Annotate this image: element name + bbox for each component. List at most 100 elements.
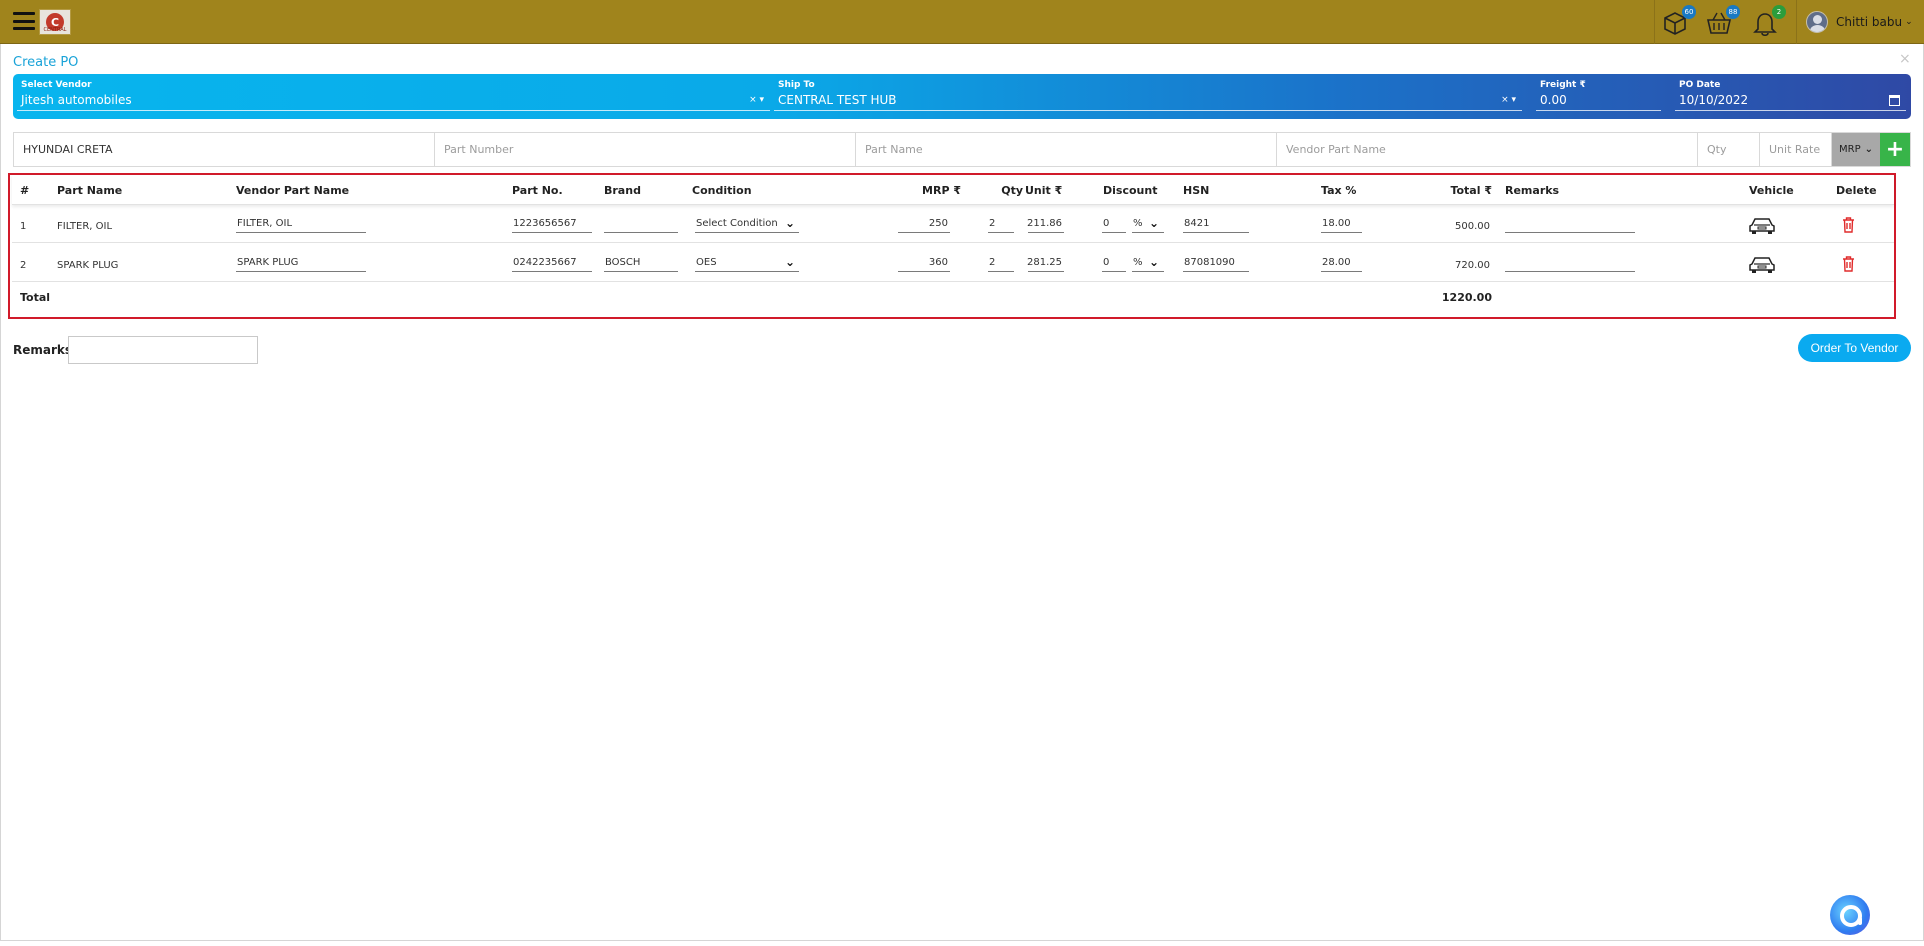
qty-input[interactable]	[1707, 133, 1759, 166]
table-row: 2 SPARK PLUG SPARK PLUG 0242235667 BOSCH…	[12, 244, 1894, 282]
col-total: Total ₹	[1450, 184, 1492, 197]
close-icon[interactable]: ×	[1899, 51, 1911, 67]
tax-input[interactable]: 28.00	[1321, 254, 1362, 272]
hamburger-menu-icon[interactable]	[13, 12, 35, 30]
vendor-part-name-input[interactable]: SPARK PLUG	[236, 254, 366, 272]
row-total: 500.00	[1455, 221, 1490, 232]
app-frame: C CENTRAL 60 88 2 Chitti babu ⌄ Create P…	[0, 0, 1924, 946]
delete-trash-icon[interactable]	[1842, 217, 1855, 233]
discount-type-value: %	[1133, 257, 1143, 268]
col-delete: Delete	[1836, 184, 1877, 197]
po-date-label: PO Date	[1679, 80, 1721, 90]
freight-label: Freight ₹	[1540, 80, 1586, 90]
condition-select[interactable]: Select Condition ⌄	[695, 215, 799, 233]
col-hsn: HSN	[1183, 184, 1210, 197]
vendor-part-name-input[interactable]	[1286, 133, 1697, 166]
part-number-field[interactable]	[435, 133, 856, 166]
notification-badge: 2	[1772, 5, 1786, 19]
remarks-input[interactable]	[1505, 215, 1635, 233]
delete-trash-icon[interactable]	[1842, 256, 1855, 272]
unit-rate-field[interactable]	[1760, 133, 1832, 166]
part-no-input[interactable]: 0242235667	[512, 254, 592, 272]
col-qty: Qty	[1001, 184, 1023, 197]
calendar-icon[interactable]	[1889, 95, 1900, 106]
col-tax: Tax %	[1321, 184, 1357, 197]
discount-type-select[interactable]: % ⌄	[1132, 215, 1164, 233]
total-label: Total	[20, 291, 51, 304]
vendor-part-name-field[interactable]	[1277, 133, 1698, 166]
qty-input[interactable]: 2	[988, 254, 1014, 272]
company-logo[interactable]: C CENTRAL	[39, 9, 71, 35]
ship-to-label: Ship To	[778, 80, 815, 90]
vehicle-car-icon[interactable]	[1748, 215, 1776, 235]
vendor-label: Select Vendor	[21, 80, 92, 90]
discount-type-select[interactable]: % ⌄	[1132, 254, 1164, 272]
notification-bell-icon[interactable]: 2	[1750, 5, 1786, 38]
unit-input[interactable]: 281.25	[1027, 254, 1064, 272]
ship-to-select[interactable]: Ship To CENTRAL TEST HUB × ▾	[774, 78, 1522, 114]
vendor-select[interactable]: Select Vendor Jitesh automobiles × ▾	[17, 78, 770, 114]
col-remarks: Remarks	[1505, 184, 1560, 197]
vendor-part-name-input[interactable]: FILTER, OIL	[236, 215, 366, 233]
hsn-input[interactable]: 87081090	[1183, 254, 1249, 272]
underline	[1675, 110, 1906, 111]
table-header: # Part Name Vendor Part Name Part No. Br…	[12, 175, 1894, 205]
unit-rate-input[interactable]	[1769, 133, 1831, 166]
condition-value: OES	[696, 257, 717, 268]
chat-assistant-icon[interactable]	[1830, 895, 1870, 935]
parts-table: # Part Name Vendor Part Name Part No. Br…	[8, 173, 1896, 319]
remarks-input[interactable]	[1505, 254, 1635, 272]
cart-basket-icon[interactable]: 88	[1704, 5, 1740, 38]
ship-to-value: CENTRAL TEST HUB	[778, 93, 897, 107]
add-part-button[interactable]: +	[1880, 133, 1910, 166]
mrp-input[interactable]: 360	[898, 254, 950, 272]
chevron-down-icon: ⌄	[1905, 17, 1913, 27]
rate-type-select[interactable]: MRP ⌄	[1832, 133, 1880, 166]
freight-input[interactable]: Freight ₹ 0.00	[1536, 78, 1661, 114]
qty-field[interactable]	[1698, 133, 1760, 166]
avatar	[1806, 11, 1828, 33]
divider	[0, 44, 1, 941]
part-name-input[interactable]	[865, 133, 1276, 166]
brand-input[interactable]	[604, 215, 678, 233]
user-menu[interactable]: Chitti babu ⌄	[1806, 10, 1913, 34]
vehicle-field[interactable]: HYUNDAI CRETA	[14, 133, 435, 166]
discount-input[interactable]: 0	[1102, 254, 1126, 272]
chevron-down-icon: ⌄	[1149, 255, 1160, 269]
chevron-down-icon: ⌄	[1864, 144, 1873, 155]
ship-to-clear-icon[interactable]: × ▾	[1501, 95, 1516, 105]
order-to-vendor-button[interactable]: Order To Vendor	[1798, 334, 1911, 362]
condition-value: Select Condition	[696, 218, 778, 229]
po-date-input[interactable]: PO Date 10/10/2022	[1675, 78, 1906, 114]
mrp-input[interactable]: 250	[898, 215, 950, 233]
part-no-input[interactable]: 1223656567	[512, 215, 592, 233]
col-unit: Unit ₹	[1025, 184, 1063, 197]
col-vehicle: Vehicle	[1749, 184, 1794, 197]
underline	[1536, 110, 1661, 111]
grand-total: 1220.00	[1441, 291, 1492, 304]
po-date-value: 10/10/2022	[1679, 93, 1749, 107]
part-name-field[interactable]	[856, 133, 1277, 166]
tax-input[interactable]: 18.00	[1321, 215, 1362, 233]
parts-badge: 60	[1682, 5, 1696, 19]
discount-input[interactable]: 0	[1102, 215, 1126, 233]
col-brand: Brand	[604, 184, 641, 197]
unit-input[interactable]: 211.86	[1027, 215, 1064, 233]
logo-text: CENTRAL	[43, 27, 67, 33]
total-row: Total 1220.00	[12, 281, 1894, 315]
page-title: Create PO	[13, 55, 79, 70]
parts-box-icon[interactable]: 60	[1660, 5, 1696, 38]
qty-input[interactable]: 2	[988, 215, 1014, 233]
po-header-banner: Select Vendor Jitesh automobiles × ▾ Shi…	[13, 74, 1911, 119]
freight-value: 0.00	[1540, 93, 1567, 107]
remarks-input[interactable]	[68, 336, 258, 364]
vehicle-car-icon[interactable]	[1748, 254, 1776, 274]
vendor-clear-icon[interactable]: × ▾	[749, 95, 764, 105]
table-row: 1 FILTER, OIL FILTER, OIL 1223656567 Sel…	[12, 205, 1894, 243]
divider	[1796, 0, 1797, 44]
part-number-input[interactable]	[444, 133, 855, 166]
hsn-input[interactable]: 8421	[1183, 215, 1249, 233]
brand-input[interactable]: BOSCH	[604, 254, 678, 272]
underline	[774, 110, 1522, 111]
condition-select[interactable]: OES ⌄	[695, 254, 799, 272]
